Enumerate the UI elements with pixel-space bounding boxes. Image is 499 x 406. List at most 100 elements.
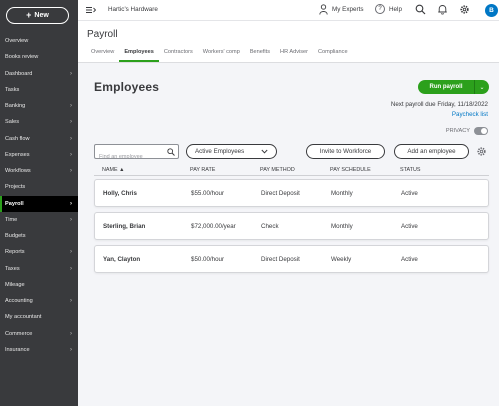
sidebar-item-my-accountant[interactable]: My accountant xyxy=(0,309,78,325)
paycheck-list-link[interactable]: Paycheck list xyxy=(452,111,488,118)
column-header-pay-method: PAY METHOD xyxy=(260,166,295,173)
sidebar-item-insurance[interactable]: Insurance › xyxy=(0,342,78,358)
my-experts-label: My Experts xyxy=(332,6,364,13)
chevron-right-icon: › xyxy=(70,298,72,305)
table-row[interactable]: Sterling, Brian $72,000.00/year Check Mo… xyxy=(94,212,489,240)
pay-rate: $72,000.00/year xyxy=(191,222,236,230)
sidebar-item-label: Dashboard xyxy=(5,70,33,77)
new-button[interactable]: + New xyxy=(6,7,69,24)
page-title: Payroll xyxy=(87,29,118,40)
sidebar-item-label: Taxes xyxy=(5,265,20,272)
column-header-pay-rate: PAY RATE xyxy=(190,166,216,173)
help-label: Help xyxy=(389,5,402,13)
chevron-right-icon: › xyxy=(70,119,72,126)
employee-status-filter[interactable]: Active Employees xyxy=(186,144,277,159)
add-employee-label: Add an employee xyxy=(407,148,456,155)
tab-employees[interactable]: Employees xyxy=(119,49,159,62)
chevron-right-icon: › xyxy=(70,330,72,337)
sidebar-item-label: Commerce xyxy=(5,330,33,337)
sidebar-item-label: Time xyxy=(5,216,18,223)
pay-rate: $55.00/hour xyxy=(191,189,225,197)
chevron-down-icon[interactable]: ⌄ xyxy=(474,80,489,94)
tab-benefits[interactable]: Benefits xyxy=(245,49,275,62)
pay-method: Check xyxy=(261,222,279,230)
top-bar: Hartic's Hardware My Experts ? Help B xyxy=(78,0,499,21)
sidebar-item-label: Expenses xyxy=(5,151,30,158)
gear-icon[interactable] xyxy=(459,4,470,15)
sidebar-item-label: Sales xyxy=(5,119,19,126)
add-employee-button[interactable]: Add an employee xyxy=(394,144,469,159)
sidebar-item-budgets[interactable]: Budgets xyxy=(0,228,78,244)
column-header-name[interactable]: NAME ▲ xyxy=(94,167,190,173)
my-experts-link[interactable]: My Experts xyxy=(319,4,364,15)
tab-hr-adviser[interactable]: HR Adviser xyxy=(275,49,313,62)
status: Active xyxy=(401,189,418,197)
sidebar-item-commerce[interactable]: Commerce › xyxy=(0,326,78,342)
sidebar-item-mileage[interactable]: Mileage xyxy=(0,277,78,293)
tab-bar: Overview Employees Contractors Workers' com… xyxy=(86,49,353,62)
section-title: Employees xyxy=(94,80,160,94)
invite-to-workforce-button[interactable]: Invite to Workforce xyxy=(306,144,385,159)
sidebar-nav: Overview Books review Dashboard › Tasks Banki… xyxy=(0,33,78,358)
employee-name[interactable]: Sterling, Brian xyxy=(95,223,191,230)
gear-icon[interactable] xyxy=(476,146,487,157)
table-row[interactable]: Yan, Clayton $50.00/hour Direct Deposit … xyxy=(94,245,489,273)
sidebar-item-accounting[interactable]: Accounting › xyxy=(0,293,78,309)
sidebar-item-overview[interactable]: Overview xyxy=(0,33,78,49)
employee-name[interactable]: Holly, Chris xyxy=(95,190,191,197)
tab-compliance[interactable]: Compliance xyxy=(313,49,353,62)
tab-overview[interactable]: Overview xyxy=(86,49,119,62)
sidebar-item-label: Tasks xyxy=(5,86,20,93)
avatar[interactable]: B xyxy=(485,4,498,17)
sidebar-item-projects[interactable]: Projects xyxy=(0,179,78,195)
tab-contractors[interactable]: Contractors xyxy=(159,49,198,62)
table-row[interactable]: Holly, Chris $55.00/hour Direct Deposit … xyxy=(94,179,489,207)
chevron-right-icon: › xyxy=(70,168,72,175)
company-name: Hartic's Hardware xyxy=(108,6,158,13)
sidebar-item-label: Payroll xyxy=(5,200,24,207)
sidebar-item-sales[interactable]: Sales › xyxy=(0,114,78,130)
sidebar-item-workflows[interactable]: Workflows › xyxy=(0,163,78,179)
sidebar-item-cash-flow[interactable]: Cash flow › xyxy=(0,131,78,147)
help-icon: ? xyxy=(375,4,385,14)
tab-workers-comp[interactable]: Workers' comp xyxy=(198,49,245,62)
chevron-down-icon xyxy=(261,149,268,154)
run-payroll-button[interactable]: Run payroll ⌄ xyxy=(418,80,489,94)
sidebar-item-tasks[interactable]: Tasks xyxy=(0,82,78,98)
sidebar-item-books-review[interactable]: Books review xyxy=(0,49,78,65)
sidebar-item-label: Cash flow xyxy=(5,135,30,142)
sidebar-item-reports[interactable]: Reports › xyxy=(0,244,78,260)
employee-name[interactable]: Yan, Clayton xyxy=(95,256,191,263)
sidebar-item-label: Budgets xyxy=(5,233,26,240)
person-icon xyxy=(319,4,328,15)
privacy-toggle[interactable] xyxy=(474,127,488,135)
chevron-right-icon: › xyxy=(70,249,72,256)
status: Active xyxy=(401,255,418,263)
chevron-right-icon: › xyxy=(70,151,72,158)
sidebar-item-taxes[interactable]: Taxes › xyxy=(0,261,78,277)
invite-label: Invite to Workforce xyxy=(319,148,372,155)
search-input[interactable] xyxy=(95,150,165,164)
sidebar-item-label: Workflows xyxy=(5,168,31,175)
bell-icon[interactable] xyxy=(437,4,448,15)
sidebar-item-payroll[interactable]: Payroll › xyxy=(0,195,78,213)
pay-schedule: Monthly xyxy=(331,222,353,230)
sidebar-item-time[interactable]: Time › xyxy=(0,212,78,228)
pay-rate: $50.00/hour xyxy=(191,255,225,263)
search-icon[interactable] xyxy=(415,4,426,15)
plus-icon: + xyxy=(26,10,32,20)
sidebar-item-banking[interactable]: Banking › xyxy=(0,98,78,114)
table-header: NAME ▲ PAY RATE PAY METHOD PAY SCHEDULE … xyxy=(94,164,489,176)
help-link[interactable]: ? Help xyxy=(375,4,402,14)
sidebar-item-expenses[interactable]: Expenses › xyxy=(0,147,78,163)
pay-method: Direct Deposit xyxy=(261,189,300,197)
sidebar-item-dashboard[interactable]: Dashboard › xyxy=(0,66,78,82)
pay-method: Direct Deposit xyxy=(261,255,300,263)
search-icon[interactable] xyxy=(167,148,175,156)
status: Active xyxy=(401,222,418,230)
menu-toggle-icon[interactable] xyxy=(86,5,96,15)
sidebar-item-label: Reports xyxy=(5,249,25,256)
sidebar-item-label: Accounting xyxy=(5,298,33,305)
sidebar-item-label: Insurance xyxy=(5,346,30,353)
employee-search xyxy=(94,144,179,164)
